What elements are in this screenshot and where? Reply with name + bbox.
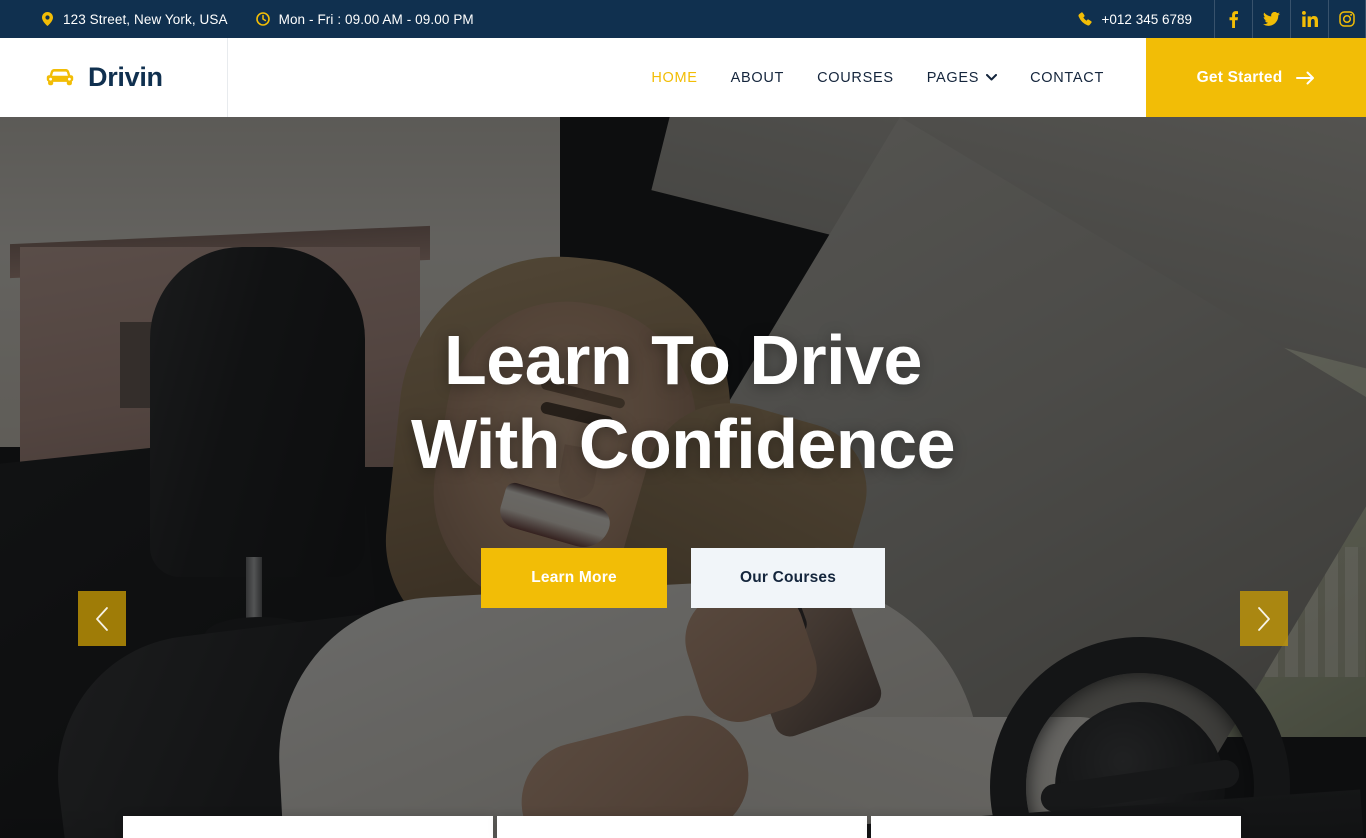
top-bar: 123 Street, New York, USA Mon - Fri : 09…: [0, 0, 1366, 38]
hero-carousel: Learn To Drive With Confidence Learn Mor…: [0, 117, 1366, 838]
hours-text: Mon - Fri : 09.00 AM - 09.00 PM: [278, 11, 474, 27]
nav-item-about[interactable]: ABOUT: [731, 70, 784, 86]
logo[interactable]: Drivin: [0, 38, 228, 117]
feature-card[interactable]: [497, 816, 867, 838]
address-block: 123 Street, New York, USA: [40, 12, 228, 27]
carousel-prev-button[interactable]: [78, 591, 126, 646]
address-text: 123 Street, New York, USA: [63, 11, 228, 27]
social-links: [1214, 0, 1366, 38]
chevron-left-icon: [94, 606, 110, 632]
chevron-down-icon: [986, 74, 998, 81]
nav-label-about: ABOUT: [730, 69, 785, 86]
site-header: Drivin HOME ABOUT COURSES PAGES CONTACT …: [0, 38, 1366, 117]
car-icon: [44, 67, 76, 89]
brand-name: Drivin: [88, 62, 163, 92]
hero-title: Learn To Drive With Confidence: [410, 318, 956, 486]
learn-more-button[interactable]: Learn More: [481, 547, 667, 608]
phone-block[interactable]: +012 345 6789: [1077, 11, 1192, 27]
get-started-button[interactable]: Get Started: [1146, 38, 1366, 117]
instagram-icon[interactable]: [1328, 0, 1366, 38]
arrow-right-icon: [1296, 71, 1315, 85]
nav-item-courses[interactable]: COURSES: [817, 70, 894, 86]
map-pin-icon: [40, 12, 54, 27]
feature-cards-strip: [123, 816, 1241, 838]
facebook-icon[interactable]: [1214, 0, 1252, 38]
carousel-next-button[interactable]: [1240, 591, 1288, 646]
nav-item-home[interactable]: HOME: [651, 70, 697, 86]
phone-icon: [1077, 12, 1092, 27]
nav-label-courses: COURSES: [817, 69, 894, 86]
linkedin-icon[interactable]: [1290, 0, 1328, 38]
nav-label-home: HOME: [651, 69, 698, 86]
nav-item-pages[interactable]: PAGES: [926, 69, 998, 86]
get-started-label: Get Started: [1196, 68, 1283, 86]
top-bar-right: +012 345 6789: [1077, 0, 1366, 38]
hero-buttons: Learn More Our Courses: [481, 547, 885, 608]
nav-label-contact: CONTACT: [1030, 69, 1104, 86]
our-courses-button[interactable]: Our Courses: [691, 547, 885, 608]
feature-card[interactable]: [123, 816, 493, 838]
nav-label-pages: PAGES: [926, 69, 980, 86]
hero-title-line2: With Confidence: [410, 404, 956, 483]
clock-icon: [255, 12, 270, 27]
hours-block: Mon - Fri : 09.00 AM - 09.00 PM: [255, 11, 474, 27]
hero-content: Learn To Drive With Confidence Learn Mor…: [0, 117, 1366, 838]
hero-title-line1: Learn To Drive: [444, 320, 922, 399]
main-nav: HOME ABOUT COURSES PAGES CONTACT: [228, 38, 1146, 117]
feature-card[interactable]: [871, 816, 1241, 838]
nav-item-contact[interactable]: CONTACT: [1030, 70, 1104, 86]
phone-text: +012 345 6789: [1101, 11, 1192, 27]
twitter-icon[interactable]: [1252, 0, 1290, 38]
chevron-right-icon: [1256, 606, 1272, 632]
top-bar-left: 123 Street, New York, USA Mon - Fri : 09…: [40, 12, 474, 27]
